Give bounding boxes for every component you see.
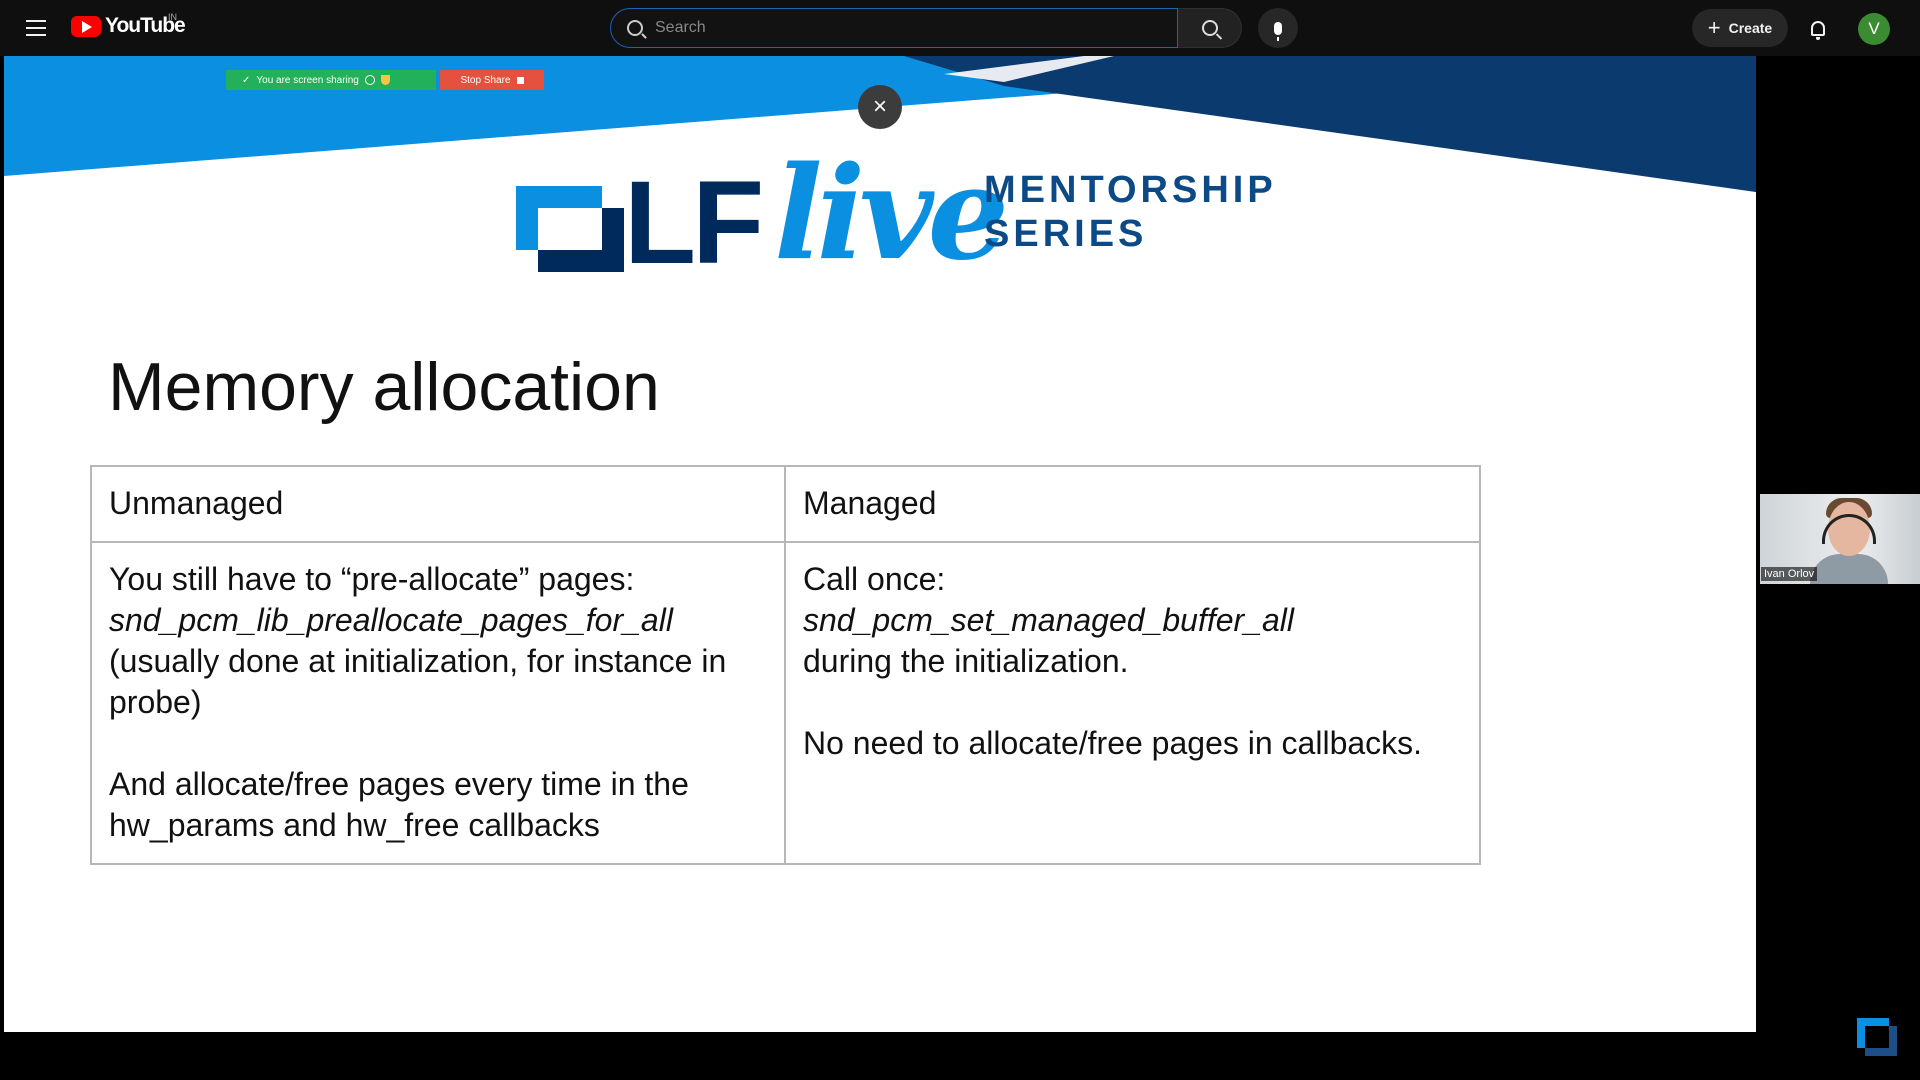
lf-wordmark: LF	[624, 157, 764, 289]
menu-icon[interactable]	[22, 14, 50, 42]
unmanaged-text-1: You still have to “pre-allocate” pages:	[109, 561, 635, 597]
unmanaged-text-3: And allocate/free pages every time in th…	[109, 766, 689, 843]
cell-managed: Call once: snd_pcm_set_managed_buffer_al…	[784, 541, 1481, 865]
search-input[interactable]	[655, 19, 1135, 37]
unmanaged-function: snd_pcm_lib_preallocate_pages_for_all	[109, 602, 673, 638]
country-code: IN	[168, 12, 177, 22]
header-managed: Managed	[784, 465, 1481, 543]
notifications-button[interactable]	[1805, 15, 1831, 41]
search-icon	[627, 20, 643, 36]
live-wordmark: live	[774, 139, 1009, 289]
shield-icon	[380, 75, 390, 85]
create-button[interactable]: + Create	[1692, 9, 1788, 47]
search-button[interactable]	[1178, 8, 1242, 48]
channel-watermark-icon[interactable]	[1857, 1018, 1897, 1056]
comparison-table: Unmanaged Managed You still have to “pre…	[90, 465, 1481, 865]
close-icon[interactable]: ×	[858, 85, 902, 129]
cell-unmanaged: You still have to “pre-allocate” pages: …	[90, 541, 786, 865]
managed-text-3: No need to allocate/free pages in callba…	[803, 725, 1423, 761]
header-unmanaged: Unmanaged	[90, 465, 786, 543]
microphone-icon	[1274, 21, 1282, 41]
screen-sharing-indicator: ✓ You are screen sharing	[226, 70, 436, 90]
managed-text-1: Call once:	[803, 561, 946, 597]
managed-text-2: during the initialization.	[803, 643, 1129, 679]
participant-name: Ivan Orlov	[1761, 567, 1818, 581]
youtube-header: YouTube IN + Create V	[0, 0, 1920, 56]
unmanaged-text-2: (usually done at initialization, for ins…	[109, 643, 727, 720]
video-player[interactable]: ✓ You are screen sharing Stop Share × LF…	[4, 56, 1756, 1032]
managed-function: snd_pcm_set_managed_buffer_all	[803, 602, 1294, 638]
table-row: You still have to “pre-allocate” pages: …	[90, 541, 1481, 865]
avatar[interactable]: V	[1858, 13, 1890, 45]
stop-share-button[interactable]: Stop Share	[440, 70, 544, 90]
search-box[interactable]	[610, 8, 1178, 48]
share-icon: ✓	[242, 74, 251, 86]
voice-search-button[interactable]	[1258, 8, 1298, 48]
status-circle-icon	[364, 75, 375, 85]
youtube-play-icon	[71, 15, 101, 37]
create-label: Create	[1728, 20, 1773, 36]
stop-icon	[516, 76, 524, 84]
table-header-row: Unmanaged Managed	[90, 465, 1481, 543]
stop-share-label: Stop Share	[460, 74, 511, 86]
share-status-text: You are screen sharing	[256, 74, 359, 86]
series-line-1: MENTORSHIP	[984, 169, 1277, 211]
slide-title: Memory allocation	[108, 349, 660, 425]
lf-bracket-logo	[516, 186, 624, 272]
search-icon	[1201, 20, 1218, 36]
bell-icon	[1811, 20, 1825, 40]
series-name: MENTORSHIP SERIES	[984, 168, 1277, 256]
series-line-2: SERIES	[984, 213, 1148, 255]
plus-icon: +	[1707, 15, 1721, 40]
